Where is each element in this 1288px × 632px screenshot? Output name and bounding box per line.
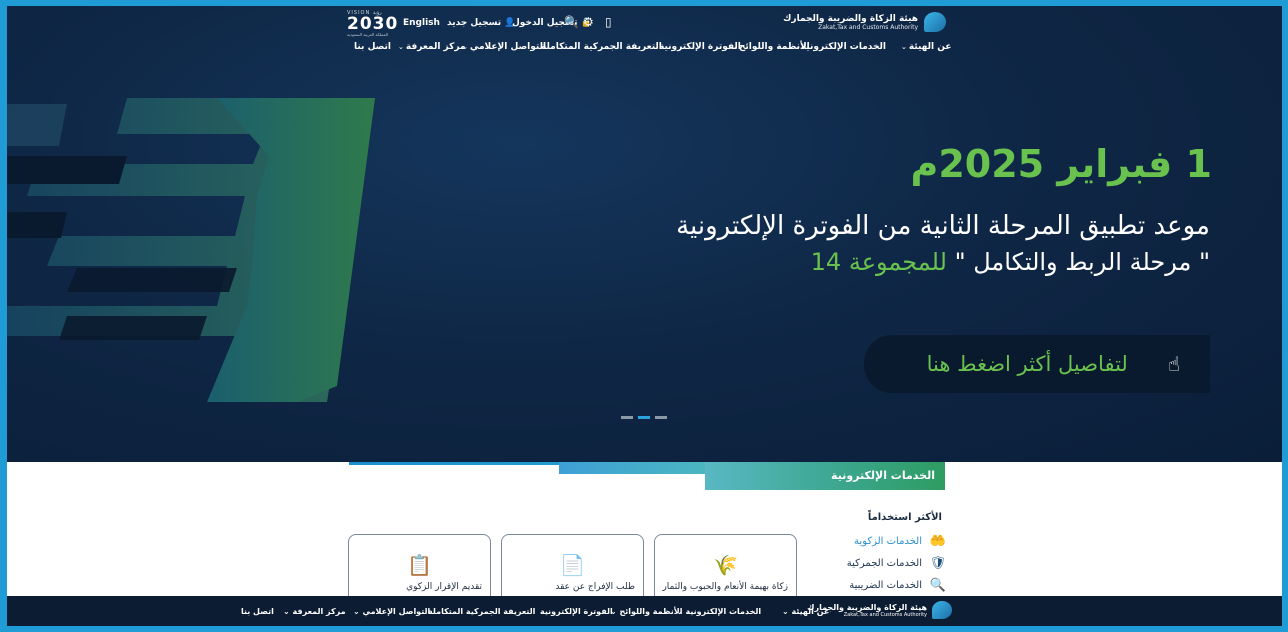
nav-label: عن الهيئة	[791, 607, 830, 616]
chevron-down-icon: ⌄	[782, 607, 789, 616]
hero-slider: VISION رؤية 2030 المملكة العربية السعودي…	[7, 6, 1282, 462]
slider-dot-active[interactable]	[638, 416, 650, 419]
service-category-label: الخدمات الضريبية	[849, 579, 922, 591]
mobile-icon[interactable]: ▯	[605, 15, 612, 29]
main-nav: ⌄ عن الهيئة ⌄ الخدمات الإلكترونية ⌄ الأنظمة…	[7, 42, 1282, 62]
hero-group: للمجموعة 14	[810, 248, 947, 276]
hero-date: 1 فبراير 2025م	[910, 142, 1212, 186]
logo-english-text: Zakat,Tax and Customs Authority	[818, 23, 918, 31]
chevron-down-icon: ⌄	[283, 607, 290, 616]
nav-item-tariff[interactable]: التعريفة الجمركية المتكاملة	[541, 42, 662, 52]
service-card-label: زكاة بهيمة الأنعام والحبوب والثمار	[662, 582, 788, 592]
slider-pagination	[621, 416, 667, 419]
slider-dot[interactable]	[655, 416, 667, 419]
sticky-nav-media[interactable]: ⌄ التواصل الإعلامي	[353, 607, 430, 616]
sticky-nav-regulations[interactable]: ⌄ الأنظمة واللوائح	[610, 607, 683, 616]
eservices-title: الخدمات الإلكترونية	[831, 469, 935, 482]
nav-label: التواصل الإعلامي	[362, 607, 431, 616]
register-link[interactable]: تسجيل جديد 👤	[447, 18, 516, 28]
browser-viewport: VISION رؤية 2030 المملكة العربية السعودي…	[7, 6, 1282, 626]
service-card-contract-release[interactable]: 📄 طلب الإفراج عن عقد	[501, 534, 644, 604]
hero-phase-name: " مرحلة الربط والتكامل "	[954, 248, 1210, 276]
nav-label: مركز المعرفة	[292, 607, 346, 616]
service-category-label: الخدمات الجمركية	[846, 557, 922, 569]
nav-label: التواصل الإعلامي	[469, 42, 547, 52]
service-card-label: تقديم الإقرار الزكوي	[406, 582, 482, 592]
nav-label: الأنظمة واللوائح	[738, 42, 810, 52]
nav-label: الخدمات الإلكترونية	[800, 42, 886, 52]
service-category-label: الخدمات الزكوية	[854, 535, 922, 547]
sitemap-icon[interactable]: ⚙	[583, 15, 594, 29]
service-category-tax[interactable]: 🔍 الخدمات الضريبية	[847, 574, 946, 596]
nav-label: اتصل بنا	[354, 42, 391, 52]
hero-subheadline: " مرحلة الربط والتكامل " للمجموعة 14	[811, 248, 1210, 276]
sticky-nav-einvoicing[interactable]: الفوترة الإلكترونية	[540, 607, 613, 616]
zatca-logo-mark	[932, 601, 952, 619]
sticky-nav-knowledge[interactable]: ⌄ مركز المعرفة	[283, 607, 346, 616]
vision-tagline: المملكة العربية السعودية	[347, 32, 389, 37]
nav-label: الخدمات الإلكترونية	[685, 607, 762, 616]
chevron-down-icon: ⌄	[398, 43, 404, 51]
top-utility-bar: VISION رؤية 2030 المملكة العربية السعودي…	[7, 6, 1282, 40]
nav-label: اتصل بنا	[241, 607, 274, 616]
contract-icon: 📄	[560, 553, 585, 577]
crops-icon: 🌾	[713, 553, 738, 577]
nav-label: مركز المعرفة	[405, 42, 466, 52]
nav-label: التعريفة الجمركية المتكاملة	[541, 42, 662, 52]
nav-label: الأنظمة واللوائح	[619, 607, 683, 616]
slider-dot[interactable]	[621, 416, 633, 419]
zatca-logo-mark	[924, 12, 946, 32]
service-category-customs[interactable]: 🛡 الخدمات الجمركية	[847, 552, 946, 574]
zakat-icon: 🤲	[929, 533, 946, 549]
language-link[interactable]: English	[403, 18, 440, 28]
vision-year: 2030	[347, 14, 399, 34]
chevron-down-icon: ⌄	[353, 607, 360, 616]
nav-item-media[interactable]: ⌄ التواصل الإعلامي	[462, 42, 546, 52]
service-card-livestock-zakat[interactable]: 🌾 زكاة بهيمة الأنعام والحبوب والثمار	[654, 534, 797, 604]
hand-pointer-icon: ☝	[1167, 352, 1180, 376]
nav-label: الفوترة الإلكترونية	[659, 42, 741, 52]
nav-item-knowledge[interactable]: ⌄ مركز المعرفة	[398, 42, 466, 52]
shield-icon: 🛡	[929, 555, 946, 571]
sticky-nav-tariff[interactable]: التعريفة الجمركية المتكاملة	[428, 607, 535, 616]
nav-label: عن الهيئة	[908, 42, 952, 52]
declaration-icon: 📋	[407, 553, 432, 577]
zatca-logo[interactable]: هيئة الزكاة والضريبة والجمارك Zakat,Tax …	[783, 12, 946, 32]
vision-label: VISION رؤية	[347, 10, 382, 16]
logo-arabic-text: هيئة الزكاة والضريبة والجمارك	[783, 13, 918, 24]
nav-item-regulations[interactable]: ⌄ الأنظمة واللوائح	[731, 42, 810, 52]
services-category-list: 🤲 الخدمات الزكوية 🛡 الخدمات الجمركية 🔍 ا…	[847, 530, 946, 596]
nav-label: الفوترة الإلكترونية	[540, 607, 613, 616]
search-icon[interactable]: 🔍	[564, 15, 579, 29]
nav-item-einvoicing[interactable]: الفوترة الإلكترونية	[659, 42, 741, 52]
hero-headline: موعد تطبيق المرحلة الثانية من الفوترة ال…	[676, 211, 1210, 241]
most-used-heading: الأكثر استخداماً	[867, 512, 942, 523]
vision-2030-logo[interactable]: VISION رؤية 2030 المملكة العربية السعودي…	[347, 10, 398, 37]
sticky-nav-contact[interactable]: اتصل بنا	[241, 607, 274, 616]
hero-decorative-shape	[7, 98, 375, 402]
register-label: تسجيل جديد	[447, 18, 502, 28]
sticky-nav-about[interactable]: ⌄ عن الهيئة	[782, 607, 829, 616]
sticky-nav-eservices[interactable]: ⌄ الخدمات الإلكترونية	[676, 607, 761, 616]
service-category-zakat[interactable]: 🤲 الخدمات الزكوية	[847, 530, 946, 552]
eservices-header-bar: الخدمات الإلكترونية	[349, 462, 945, 490]
nav-item-contact[interactable]: اتصل بنا	[354, 42, 391, 52]
login-link[interactable]: تسجيل الدخول 🔒	[512, 18, 592, 28]
nav-item-about[interactable]: ⌄ عن الهيئة	[901, 42, 951, 52]
hero-cta-button[interactable]: ☝ لتفاصيل أكثر اضغط هنا	[864, 335, 1210, 393]
eservices-section: الخدمات الإلكترونية الأكثر استخداماً 🤲 ا…	[7, 462, 1282, 604]
service-card-label: طلب الإفراج عن عقد	[555, 582, 635, 592]
chevron-down-icon: ⌄	[901, 43, 907, 51]
cta-label: لتفاصيل أكثر اضغط هنا	[926, 352, 1128, 376]
tax-search-icon: 🔍	[929, 577, 946, 593]
service-card-zakat-declaration[interactable]: 📋 تقديم الإقرار الزكوي	[348, 534, 491, 604]
nav-label: التعريفة الجمركية المتكاملة	[428, 607, 536, 616]
sticky-bottom-nav: هيئة الزكاة والضريبة والجمارك Zakat,Tax …	[7, 596, 1282, 626]
